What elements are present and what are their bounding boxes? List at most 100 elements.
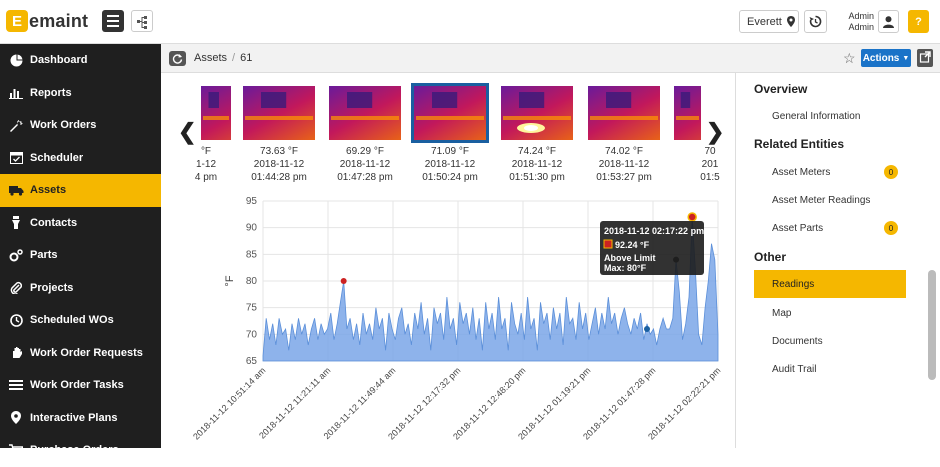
right-panel: Overview General Information Related Ent… <box>735 73 940 448</box>
sidebar-item-label: Dashboard <box>30 54 88 67</box>
map-pin-icon <box>8 411 24 425</box>
gears-icon <box>8 248 24 262</box>
sidebar-item-work-orders[interactable]: Work Orders <box>0 109 161 142</box>
asset-meter-readings-link[interactable]: Asset Meter Readings <box>754 186 906 214</box>
tooltip-value: 92.24 °F <box>615 240 650 250</box>
y-tick-label: 95 <box>246 196 258 207</box>
hierarchy-button[interactable] <box>131 10 153 32</box>
actions-label: Actions <box>862 52 900 64</box>
overview-heading: Overview <box>754 82 808 96</box>
sidebar-item-label: Assets <box>30 184 67 197</box>
sidebar-item-interactive-plans[interactable]: Interactive Plans <box>0 402 161 435</box>
y-tick-label: 85 <box>246 249 258 260</box>
sidebar-item-parts[interactable]: Parts <box>0 239 161 272</box>
list-icon <box>8 378 24 392</box>
help-button[interactable]: ? <box>908 10 929 33</box>
actions-button[interactable]: Actions ▼ <box>861 49 911 67</box>
bar-chart-icon <box>8 86 24 100</box>
hand-icon <box>8 346 24 360</box>
breadcrumb-assets[interactable]: Assets <box>194 52 227 64</box>
audit-trail-link[interactable]: Audit Trail <box>754 355 906 383</box>
sidebar-item-label: Work Orders <box>30 119 97 132</box>
sidebar-item-label: Interactive Plans <box>30 411 118 424</box>
breadcrumb: Assets/61 <box>194 52 253 64</box>
user-name: Admin Admin <box>842 11 874 33</box>
user-button[interactable] <box>878 10 899 33</box>
tooltip-time: 2018-11-12 02:17:22 pm <box>604 226 704 236</box>
x-tick-label: 2018-11-12 01:47:28 pm <box>581 365 657 441</box>
top-bar: E emaint Everett Admin Admin ? <box>0 0 940 44</box>
map-pin-icon <box>786 16 795 27</box>
hierarchy-icon <box>137 16 147 29</box>
caret-down-icon: ▼ <box>902 54 910 62</box>
breadcrumb-bar: Assets/61 ☆ Actions ▼ <box>161 44 940 73</box>
y-tick-label: 70 <box>246 329 258 340</box>
menu-toggle-button[interactable] <box>102 10 124 32</box>
temperature-chart: 657075808590952018-11-12 10:51:14 am2018… <box>191 196 722 442</box>
sidebar-item-label: Work Order Tasks <box>30 379 124 392</box>
data-point-marker <box>340 278 347 284</box>
sidebar-item-label: Parts <box>30 249 58 262</box>
page-scrollbar[interactable] <box>928 270 936 380</box>
asset-parts-label: Asset Parts <box>772 222 824 234</box>
map-link[interactable]: Map <box>754 299 906 327</box>
x-tick-label: 2018-11-12 01:19:21 pm <box>516 365 592 441</box>
location-selector[interactable]: Everett <box>739 10 799 33</box>
person-icon <box>8 216 24 230</box>
readings-link[interactable]: Readings <box>754 270 906 298</box>
sidebar-item-projects[interactable]: Projects <box>0 272 161 305</box>
sidebar-item-reports[interactable]: Reports <box>0 77 161 110</box>
calendar-icon <box>8 151 24 165</box>
general-information-link[interactable]: General Information <box>754 102 906 130</box>
x-tick-label: 2018-11-12 12:17:32 pm <box>386 365 462 441</box>
x-tick-label: 2018-11-12 10:51:14 am <box>191 365 267 441</box>
related-entities-heading: Related Entities <box>754 137 845 151</box>
sidebar-item-label: Scheduler <box>30 151 84 164</box>
location-label: Everett <box>747 15 782 28</box>
x-tick-label: 2018-11-12 02:22:21 pm <box>646 365 722 441</box>
sidebar-item-scheduler[interactable]: Scheduler <box>0 142 161 175</box>
sidebar-item-scheduled-wos[interactable]: Scheduled WOs <box>0 304 161 337</box>
truck-icon <box>8 183 24 197</box>
cart-icon <box>8 443 24 457</box>
x-tick-label: 2018-11-12 11:49:44 am <box>322 365 398 441</box>
favorite-star-icon[interactable]: ☆ <box>843 50 856 67</box>
sidebar-item-contacts[interactable]: Contacts <box>0 207 161 240</box>
y-axis-label: °F <box>224 275 236 286</box>
y-tick-label: 75 <box>246 303 258 314</box>
tooltip-max: Max: 80°F <box>604 263 647 273</box>
asset-parts-link[interactable]: Asset Parts 0 <box>754 214 906 242</box>
asset-parts-badge: 0 <box>884 221 898 235</box>
sidebar-item-label: Projects <box>30 281 74 294</box>
history-button[interactable] <box>804 10 827 33</box>
x-tick-label: 2018-11-12 12:48:20 pm <box>451 365 527 441</box>
data-point-marker <box>687 212 697 222</box>
data-point-marker <box>644 326 651 332</box>
sidebar-item-assets[interactable]: Assets <box>0 174 161 207</box>
x-tick-label: 2018-11-12 11:21:11 am <box>257 365 332 440</box>
asset-meters-link[interactable]: Asset Meters 0 <box>754 158 906 186</box>
logo-mark: E <box>6 10 28 32</box>
y-tick-label: 90 <box>246 223 258 234</box>
other-heading: Other <box>754 250 787 264</box>
sidebar-item-purchase-orders[interactable]: Purchase Orders <box>0 434 161 467</box>
export-button[interactable] <box>917 49 933 67</box>
sidebar-item-dashboard[interactable]: Dashboard <box>0 44 161 77</box>
history-icon <box>809 15 822 28</box>
sidebar-item-label: Scheduled WOs <box>30 314 114 327</box>
sidebar-item-label: Contacts <box>30 216 78 229</box>
refresh-button[interactable] <box>169 51 186 66</box>
emaint-logo[interactable]: E emaint <box>6 10 88 32</box>
export-icon <box>919 51 931 63</box>
sidebar-item-label: Reports <box>30 86 72 99</box>
refresh-icon <box>172 54 183 64</box>
tooltip-swatch <box>603 239 613 249</box>
documents-link[interactable]: Documents <box>754 327 906 355</box>
wrench-icon <box>8 118 24 132</box>
y-tick-label: 65 <box>246 356 258 367</box>
sidebar-item-work-order-tasks[interactable]: Work Order Tasks <box>0 369 161 402</box>
paperclip-icon <box>8 281 24 295</box>
asset-meters-badge: 0 <box>884 165 898 179</box>
clock-icon <box>8 313 24 327</box>
sidebar-item-work-order-requests[interactable]: Work Order Requests <box>0 337 161 370</box>
